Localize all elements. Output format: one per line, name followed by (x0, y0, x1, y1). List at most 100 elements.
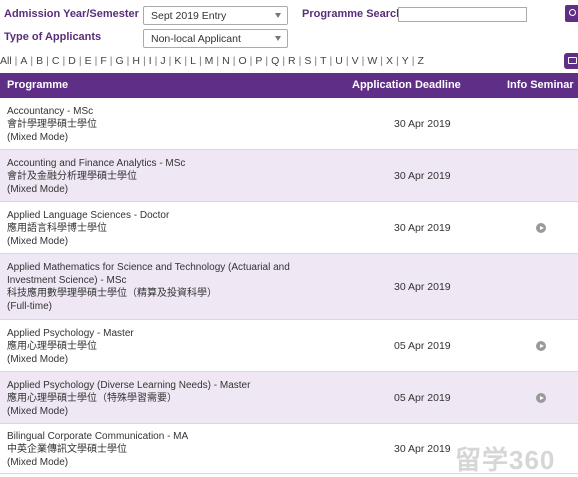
table-row[interactable]: Applied Mathematics for Science and Tech… (0, 254, 578, 320)
programme-table-body: Accountancy - MSc 會計學理學碩士學位 (Mixed Mode) 30… (0, 98, 578, 474)
admission-label: Admission Year/Semester (4, 8, 139, 20)
programme-mode: (Mixed Mode) (7, 406, 69, 417)
play-icon[interactable] (536, 393, 546, 403)
programme-mode: (Mixed Mode) (7, 132, 69, 143)
programme-name[interactable]: Applied Psychology - Master (7, 327, 307, 340)
programme-mode: (Mixed Mode) (7, 457, 69, 468)
alphabet-letter[interactable]: D (68, 55, 76, 67)
programme-name[interactable]: Applied Mathematics for Science and Tech… (7, 261, 307, 287)
play-icon[interactable] (536, 223, 546, 233)
applicant-type-label: Type of Applicants (4, 31, 102, 43)
alphabet-separator: | (94, 55, 98, 67)
deadline-cell: 30 Apr 2019 (394, 281, 451, 293)
programme-column-header: Programme (7, 79, 69, 91)
table-row[interactable]: Applied Psychology (Diverse Learning Nee… (0, 372, 578, 424)
watermark: 留学360 (455, 445, 556, 475)
alphabet-separator: | (329, 55, 333, 67)
deadline-cell: 05 Apr 2019 (394, 340, 451, 352)
alphabet-letter[interactable]: G (115, 55, 123, 67)
table-header: Programme Application Deadline Info Semi… (0, 73, 578, 98)
programme-mode: (Mixed Mode) (7, 184, 69, 195)
alphabet-separator: | (184, 55, 188, 67)
alphabet-filter: All | A | B | C | D | E | F | G | H | I | J | K | L | M | N | O | P | Q | R |… (0, 55, 424, 69)
programme-cell: Applied Psychology (Diverse Learning Nee… (7, 379, 307, 418)
alphabet-separator: | (46, 55, 49, 67)
programme-mode: (Mixed Mode) (7, 236, 69, 247)
alphabet-letter[interactable]: J (160, 55, 165, 67)
programme-chinese-name: 應用心理學碩士學位（特殊學習需要） (7, 393, 177, 404)
alphabet-separator: | (78, 55, 82, 67)
alphabet-separator: | (345, 55, 349, 67)
programme-cell: Applied Psychology - Master 應用心理學碩士學位 (Mix… (7, 327, 307, 366)
chevron-down-icon (275, 36, 281, 41)
programme-chinese-name: 會計及金融分析理學碩士學位 (7, 171, 137, 182)
alphabet-separator: | (216, 55, 220, 67)
chevron-down-icon (275, 13, 281, 18)
alphabet-letter[interactable]: F (100, 55, 106, 67)
deadline-column-header: Application Deadline (352, 79, 461, 91)
search-icon (569, 9, 576, 16)
programme-chinese-name: 科技應用數學理學碩士學位（精算及投資科學） (7, 288, 217, 299)
filter-panel: Admission Year/Semester Sept 2019 Entry … (0, 0, 578, 54)
print-icon (568, 57, 577, 64)
alphabet-letter[interactable]: C (52, 55, 60, 67)
play-icon[interactable] (536, 341, 546, 351)
programme-name[interactable]: Accountancy - MSc (7, 105, 307, 118)
programme-name[interactable]: Bilingual Corporate Communication - MA (7, 430, 307, 443)
alphabet-letter[interactable]: Z (418, 55, 424, 67)
programme-name[interactable]: Applied Language Sciences - Doctor (7, 209, 307, 222)
search-button[interactable] (565, 5, 578, 22)
admission-select-value: Sept 2019 Entry (151, 10, 227, 22)
programme-cell: Bilingual Corporate Communication - MA 中英… (7, 430, 307, 469)
programme-search-label: Programme Search (302, 8, 403, 20)
alphabet-letter[interactable]: All (0, 55, 12, 67)
alphabet-letter[interactable]: W (367, 55, 377, 67)
table-row[interactable]: Accountancy - MSc 會計學理學碩士學位 (Mixed Mode) 30… (0, 98, 578, 150)
programme-mode: (Full-time) (7, 301, 52, 312)
table-row[interactable]: Accounting and Finance Analytics - MSc 會計… (0, 150, 578, 202)
alphabet-letter[interactable]: T (320, 55, 326, 67)
programme-cell: Applied Language Sciences - Doctor 應用語言科學… (7, 209, 307, 248)
programme-chinese-name: 會計學理學碩士學位 (7, 119, 97, 130)
deadline-cell: 30 Apr 2019 (394, 443, 451, 455)
alphabet-letter[interactable]: O (238, 55, 246, 67)
deadline-cell: 05 Apr 2019 (394, 392, 451, 404)
alphabet-separator: | (396, 55, 399, 67)
alphabet-separator: | (142, 55, 146, 67)
alphabet-letter[interactable]: R (288, 55, 296, 67)
alphabet-letter[interactable]: H (132, 55, 140, 67)
programme-cell: Applied Mathematics for Science and Tech… (7, 261, 307, 313)
alphabet-separator: | (265, 55, 269, 67)
alphabet-letter[interactable]: U (335, 55, 343, 67)
alphabet-separator: | (282, 55, 286, 67)
alphabet-separator: | (62, 55, 66, 67)
programme-name[interactable]: Applied Psychology (Diverse Learning Nee… (7, 379, 307, 392)
programme-cell: Accountancy - MSc 會計學理學碩士學位 (Mixed Mode) (7, 105, 307, 144)
alphabet-separator: | (198, 55, 202, 67)
alphabet-separator: | (30, 55, 34, 67)
applicant-type-select-value: Non-local Applicant (151, 33, 241, 45)
programme-chinese-name: 中英企業傳訊文學碩士學位 (7, 444, 127, 455)
alphabet-letter[interactable]: N (222, 55, 230, 67)
alphabet-letter[interactable]: V (352, 55, 359, 67)
programme-chinese-name: 應用語言科學博士學位 (7, 223, 107, 234)
programme-name[interactable]: Accounting and Finance Analytics - MSc (7, 157, 307, 170)
deadline-cell: 30 Apr 2019 (394, 170, 451, 182)
deadline-cell: 30 Apr 2019 (394, 222, 451, 234)
alphabet-separator: | (314, 55, 318, 67)
programme-cell: Accounting and Finance Analytics - MSc 會計… (7, 157, 307, 196)
programme-chinese-name: 應用心理學碩士學位 (7, 341, 97, 352)
alphabet-separator: | (411, 55, 415, 67)
seminar-column-header: Info Seminar (507, 79, 574, 91)
applicant-type-select[interactable]: Non-local Applicant (143, 29, 288, 48)
alphabet-letter[interactable]: E (85, 55, 92, 67)
table-row[interactable]: Applied Language Sciences - Doctor 應用語言科學… (0, 202, 578, 254)
programme-search-input[interactable] (398, 7, 527, 22)
alphabet-letter[interactable]: X (386, 55, 393, 67)
admission-select[interactable]: Sept 2019 Entry (143, 6, 288, 25)
print-button[interactable] (564, 53, 578, 69)
alphabet-letter[interactable]: Y (402, 55, 409, 67)
programme-mode: (Mixed Mode) (7, 354, 69, 365)
table-row[interactable]: Applied Psychology - Master 應用心理學碩士學位 (Mix… (0, 320, 578, 372)
deadline-cell: 30 Apr 2019 (394, 118, 451, 130)
